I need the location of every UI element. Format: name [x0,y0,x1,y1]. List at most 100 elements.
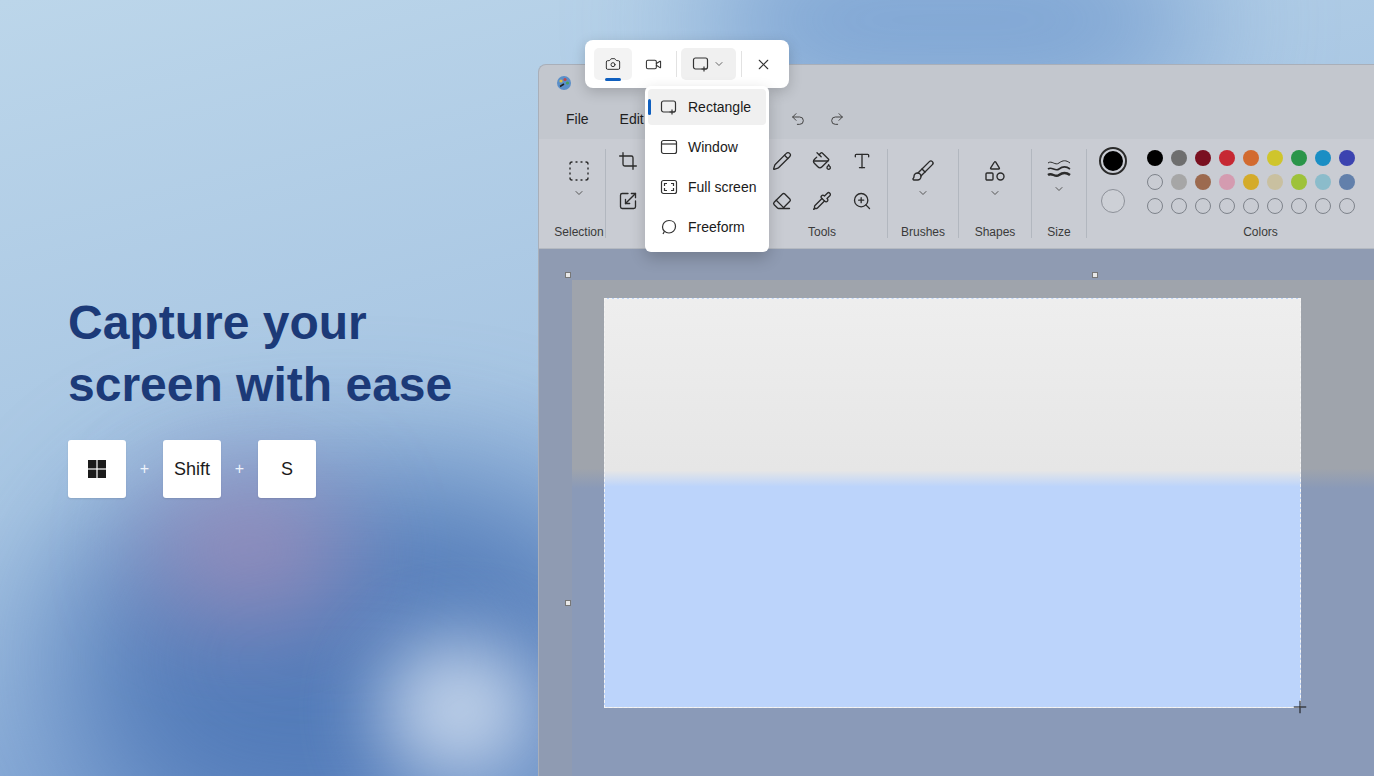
ribbon-separator [887,149,888,238]
color-swatch[interactable] [1267,174,1283,190]
crop-button[interactable] [608,141,648,181]
shapes-button[interactable] [959,139,1031,224]
keycap: S [258,440,316,498]
shortcut: +Shift+S [68,440,538,498]
snip-shape-option[interactable]: Window [648,129,766,165]
selection-button[interactable] [553,139,605,224]
color-swatch[interactable] [1147,174,1163,190]
color-swatch[interactable] [1195,150,1211,166]
color-swatch[interactable] [1267,198,1283,214]
color-swatch[interactable] [1291,174,1307,190]
selection-group: Selection [553,139,605,248]
pencil-icon [772,151,792,171]
crosshair-cursor-icon [1290,697,1310,717]
snip-selection[interactable] [604,298,1301,708]
background-blob [380,640,540,776]
video-icon [645,56,662,73]
snip-shape-option[interactable]: Rectangle [648,89,766,125]
freeform-snip-icon [660,218,678,236]
primary-color[interactable] [1099,147,1127,175]
selected-indicator [648,99,651,115]
color-swatch[interactable] [1243,198,1259,214]
windows-logo-icon [88,460,106,478]
hero: Capture yourscreen with ease+Shift+S [0,0,538,776]
secondary-color[interactable] [1101,189,1125,213]
snipping-toolbar [585,40,789,88]
color-swatch[interactable] [1291,150,1307,166]
shapes-group: Shapes [959,139,1031,248]
ribbon-separator [1086,149,1087,238]
hero-title: Capture yourscreen with ease [68,292,538,416]
size-button[interactable] [1032,139,1086,224]
resize-button[interactable] [608,181,648,221]
promo-screen: Capture yourscreen with ease+Shift+SFile… [0,0,1374,776]
chevron-down-icon [917,187,929,199]
color-swatch[interactable] [1339,150,1355,166]
fullscreen-snip-icon [660,178,678,196]
canvas-handle[interactable] [1092,272,1098,278]
color-swatch[interactable] [1315,150,1331,166]
color-swatch[interactable] [1243,150,1259,166]
camera-icon [605,56,621,72]
color-swatch[interactable] [1315,174,1331,190]
size-group: Size [1032,139,1086,248]
ribbon-group-label: Shapes [959,224,1031,248]
window-snip-icon [660,138,678,156]
color-swatch[interactable] [1219,150,1235,166]
ribbon-group-label: Colors [1147,224,1374,248]
brushes-button[interactable] [888,139,958,224]
menu-item[interactable]: File [558,105,597,134]
video-mode-button[interactable] [634,48,672,80]
canvas-image [572,280,1374,776]
color-swatch[interactable] [1315,198,1331,214]
text-button[interactable] [842,141,882,181]
color-swatch[interactable] [1243,174,1259,190]
chevron-down-icon [573,187,585,199]
snip-shape-option[interactable]: Full screen [648,169,766,205]
color-swatch[interactable] [1147,150,1163,166]
option-label: Rectangle [688,97,751,118]
screenshot-mode-button[interactable] [594,48,632,80]
undo-button[interactable] [782,105,814,133]
canvas-area [539,249,1374,776]
ribbon-group-label: Tools [757,224,887,248]
canvas-handle[interactable] [565,600,571,606]
color-picker-button[interactable] [802,181,842,221]
color-swatch[interactable] [1195,198,1211,214]
color-swatch[interactable] [1219,198,1235,214]
text-tool-icon [852,151,872,171]
color-swatch[interactable] [1219,174,1235,190]
color-swatch[interactable] [1195,174,1211,190]
option-label: Window [688,137,738,158]
size-icon [1047,159,1071,179]
chevron-down-icon [1053,183,1065,195]
color-swatch[interactable] [1339,198,1355,214]
paint-app-icon [556,75,572,91]
snip-shape-option[interactable]: Freeform [648,209,766,245]
redo-icon [829,111,845,127]
color-swatch[interactable] [1267,150,1283,166]
snip-shape-dropdown[interactable] [681,48,736,80]
ribbon-separator [958,149,959,238]
ribbon-group-label: Size [1032,224,1086,248]
colors-group: Colors [1087,139,1374,248]
color-swatch[interactable] [1291,198,1307,214]
redo-button[interactable] [821,105,853,133]
canvas-handle[interactable] [565,272,571,278]
option-label: Freeform [688,217,745,238]
color-swatch[interactable] [1171,174,1187,190]
color-swatch[interactable] [1171,198,1187,214]
ribbon-separator [605,149,606,238]
close-button[interactable] [747,48,779,80]
undo-icon [790,111,806,127]
color-swatch[interactable] [1147,198,1163,214]
key-separator: + [126,457,163,481]
fill-button[interactable] [802,141,842,181]
brushes-group: Brushes [888,139,958,248]
resize-icon [618,191,638,211]
magnifier-button[interactable] [842,181,882,221]
color-swatch[interactable] [1171,150,1187,166]
ribbon-separator [1031,149,1032,238]
color-swatch[interactable] [1339,174,1355,190]
ribbon-group-label: Brushes [888,224,958,248]
